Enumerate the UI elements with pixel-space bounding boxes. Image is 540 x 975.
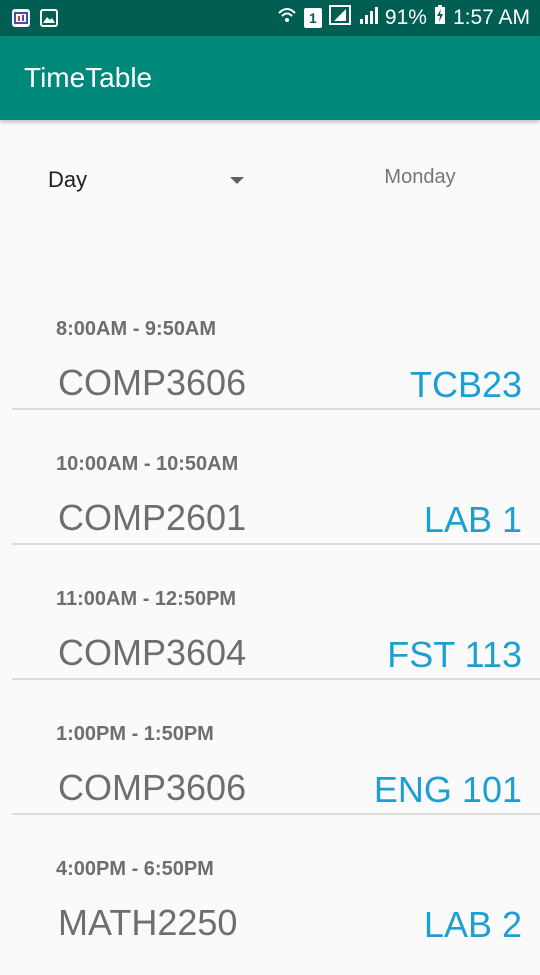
view-mode-value: Day xyxy=(48,167,88,192)
divider xyxy=(12,678,540,680)
entry-course: COMP3606 xyxy=(58,362,247,403)
divider xyxy=(12,408,540,410)
signal-strength-icon xyxy=(358,5,378,31)
entry-time: 10:00AM - 10:50AM xyxy=(56,453,239,475)
divider xyxy=(12,813,540,815)
schedule-entry[interactable]: 11:00AM - 12:50PM COMP3604 FST 113 xyxy=(0,570,540,705)
entry-course: COMP3606 xyxy=(58,767,247,808)
entry-course: COMP3604 xyxy=(58,632,247,673)
entry-time: 1:00PM - 1:50PM xyxy=(56,723,214,745)
notification-icons xyxy=(12,9,58,27)
dropdown-arrow-icon xyxy=(230,176,244,184)
status-bar: 1 91% 1:57 AM xyxy=(0,0,540,36)
entry-room: LAB 1 xyxy=(423,499,522,540)
entry-time: 8:00AM - 9:50AM xyxy=(56,318,217,340)
entry-time: 4:00PM - 6:50PM xyxy=(56,858,214,880)
schedule-entry[interactable]: 1:00PM - 1:50PM COMP3606 ENG 101 xyxy=(0,705,540,840)
battery-charging-icon xyxy=(434,5,446,31)
entry-room: FST 113 xyxy=(387,634,522,675)
entry-course: MATH2250 xyxy=(58,902,238,943)
app-notification-icon xyxy=(12,9,30,27)
entry-course: COMP2601 xyxy=(58,497,247,538)
signal-icon xyxy=(328,5,351,31)
wifi-icon xyxy=(277,5,297,31)
schedule-entry[interactable]: 8:00AM - 9:50AM COMP3606 TCB23 xyxy=(0,300,540,435)
app-title: TimeTable xyxy=(24,62,153,93)
schedule-entry[interactable]: 10:00AM - 10:50AM COMP2601 LAB 1 xyxy=(0,435,540,570)
entry-time: 11:00AM - 12:50PM xyxy=(56,588,237,610)
entry-room: TCB23 xyxy=(409,364,522,405)
schedule-list: 8:00AM - 9:50AM COMP3606 TCB23 10:00AM -… xyxy=(0,300,540,975)
divider xyxy=(12,543,540,545)
schedule-entry[interactable]: 4:00PM - 6:50PM MATH2250 LAB 2 xyxy=(0,840,540,975)
sim-slot-badge: 1 xyxy=(303,8,322,28)
clock: 1:57 AM xyxy=(452,6,530,29)
view-controls: Day Monday xyxy=(0,150,540,210)
app-bar: TimeTable xyxy=(0,36,540,120)
entry-room: ENG 101 xyxy=(373,769,522,810)
system-status: 1 91% 1:57 AM xyxy=(277,5,530,31)
entry-room: LAB 2 xyxy=(423,904,522,945)
gallery-icon xyxy=(40,9,58,27)
view-mode-dropdown[interactable]: Day xyxy=(48,160,248,200)
selected-day-label[interactable]: Monday xyxy=(340,166,500,189)
battery-percentage: 91% xyxy=(384,6,427,29)
